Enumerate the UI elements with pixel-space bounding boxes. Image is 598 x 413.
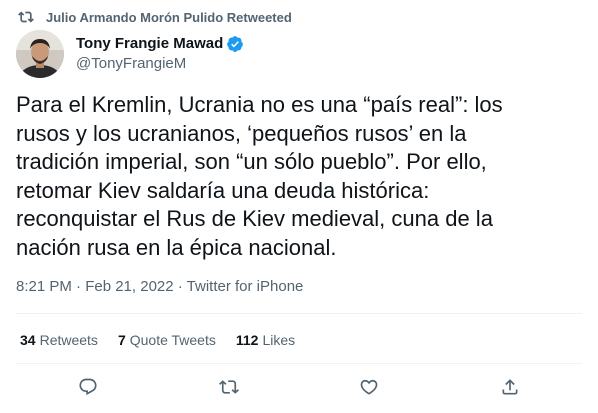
tweet-timestamp[interactable]: 8:21 PM · Feb 21, 2022 · Twitter for iPh…	[16, 278, 303, 295]
author-handle[interactable]: @TonyFrangieM	[76, 54, 244, 74]
quote-tweets-count: 7	[117, 332, 126, 348]
retweet-icon	[219, 380, 239, 394]
quote-tweets-stat[interactable]: 7 Quote Tweets	[118, 332, 216, 348]
tweet-text: Para el Kremlin, Ucrania no es una “país…	[16, 92, 503, 260]
likes-stat[interactable]: 112 Likes	[236, 332, 295, 348]
likes-label: Likes	[262, 332, 296, 348]
verified-badge-icon	[226, 35, 244, 53]
social-context: Julio Armando Morón Pulido Retweeted	[18, 9, 292, 25]
author-name[interactable]: Tony Frangie Mawad	[76, 34, 223, 54]
retweets-count: 34	[20, 332, 36, 348]
heart-icon	[360, 379, 378, 395]
avatar[interactable]	[16, 30, 64, 78]
divider	[16, 363, 582, 364]
like-button[interactable]	[358, 376, 380, 398]
reply-icon	[79, 378, 97, 396]
tweet-stats: 34 Retweets 7 Quote Tweets 112 Likes	[20, 332, 315, 348]
likes-count: 112	[235, 332, 259, 348]
divider	[16, 313, 582, 314]
share-icon	[502, 379, 518, 395]
social-context-label[interactable]: Julio Armando Morón Pulido Retweeted	[46, 10, 292, 25]
tweet-author: Tony Frangie Mawad @TonyFrangieM	[16, 30, 244, 78]
retweet-button[interactable]	[218, 376, 240, 398]
tweet-actions	[0, 376, 598, 402]
share-button[interactable]	[499, 376, 521, 398]
quote-tweets-label: Quote Tweets	[129, 332, 216, 348]
retweets-label: Retweets	[39, 332, 98, 348]
retweet-icon	[18, 9, 34, 25]
reply-button[interactable]	[77, 376, 99, 398]
retweets-stat[interactable]: 34 Retweets	[20, 332, 98, 348]
